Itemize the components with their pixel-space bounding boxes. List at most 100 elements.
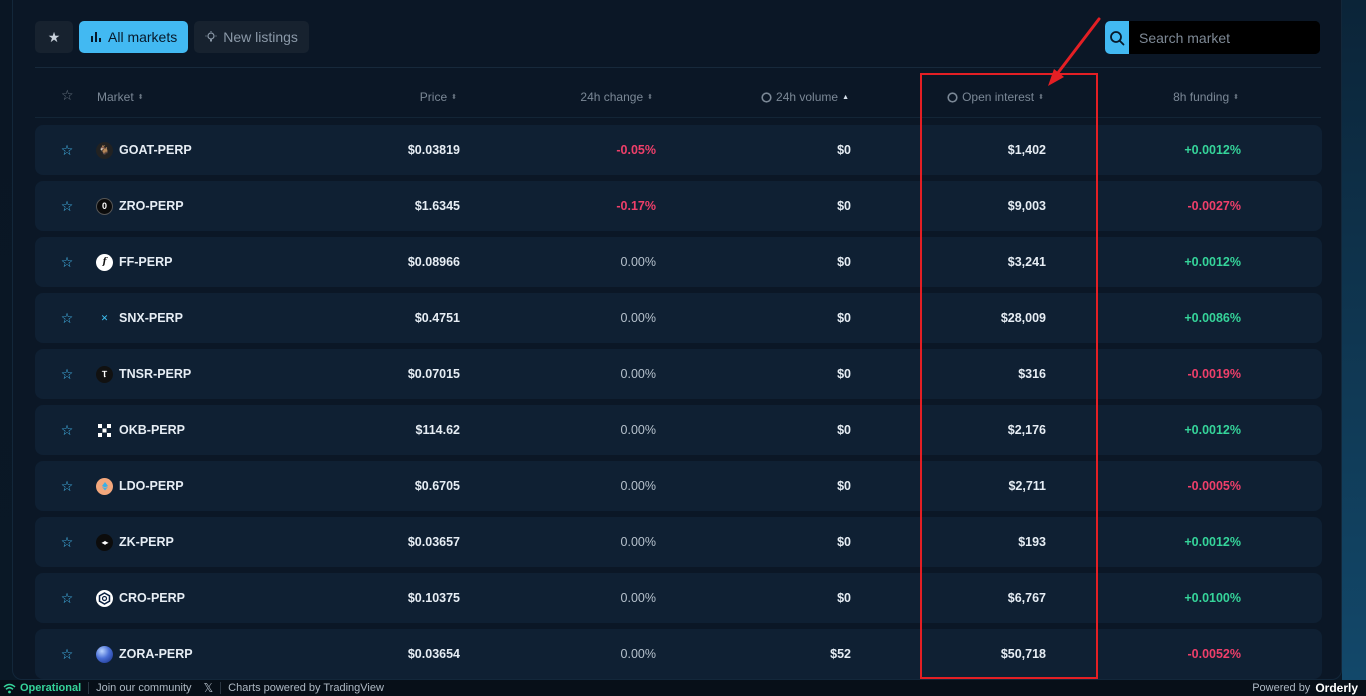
market-name: TNSR-PERP xyxy=(119,367,192,381)
8h-funding: -0.0019% xyxy=(1187,367,1241,381)
24h-change: 0.00% xyxy=(620,591,656,605)
x-twitter-icon[interactable]: 𝕏 xyxy=(204,681,214,695)
24h-volume: $0 xyxy=(837,255,851,269)
sort-icon: ⬍ xyxy=(137,93,144,101)
table-row[interactable]: ☆ ✕ SNX-PERP $0.4751 0.00% $0 $28,009 +0… xyxy=(35,293,1322,343)
8h-funding: +0.0012% xyxy=(1184,535,1241,549)
market-name: ZORA-PERP xyxy=(119,647,193,661)
table-row[interactable]: ☆ f FF-PERP $0.08966 0.00% $0 $3,241 +0.… xyxy=(35,237,1322,287)
24h-change: 0.00% xyxy=(620,535,656,549)
bar-chart-icon xyxy=(91,32,101,42)
cro-coin-icon xyxy=(96,589,113,607)
24h-change: 0.00% xyxy=(620,479,656,493)
header-divider xyxy=(35,117,1321,118)
goat-coin-icon: 🐐 xyxy=(96,141,113,159)
table-row[interactable]: ☆ ZORA-PERP $0.03654 0.00% $52 $50,718 -… xyxy=(35,629,1322,679)
table-row[interactable]: ☆ 0 ZRO-PERP $1.6345 -0.17% $0 $9,003 -0… xyxy=(35,181,1322,231)
status-text: Operational xyxy=(20,682,82,694)
24h-change: 0.00% xyxy=(620,647,656,661)
24h-change: 0.00% xyxy=(620,367,656,381)
24h-volume: $0 xyxy=(837,311,851,325)
favorite-star-icon[interactable]: ☆ xyxy=(60,349,74,399)
8h-funding: +0.0012% xyxy=(1184,255,1241,269)
favorites-tab[interactable]: ★ xyxy=(35,21,73,53)
table-row[interactable]: ☆ Ⲧ TNSR-PERP $0.07015 0.00% $0 $316 -0.… xyxy=(35,349,1322,399)
okb-coin-icon xyxy=(96,422,113,439)
8h-funding: +0.0012% xyxy=(1184,143,1241,157)
header-24h-change[interactable]: 24h change ⬍ xyxy=(580,90,653,104)
table-row[interactable]: ☆ CRO-PERP $0.10375 0.00% $0 $6,767 +0.0… xyxy=(35,573,1322,623)
table-row[interactable]: ☆ 🐐 GOAT-PERP $0.03819 -0.05% $0 $1,402 … xyxy=(35,125,1322,175)
info-circle-icon xyxy=(761,91,772,103)
status-footer: Operational Join our community 𝕏 Charts … xyxy=(0,680,1366,696)
header-price[interactable]: Price ⬍ xyxy=(420,90,457,104)
powered-by: Powered by Orderly xyxy=(1252,681,1366,695)
24h-volume: $0 xyxy=(837,535,851,549)
all-markets-tab[interactable]: All markets xyxy=(79,21,189,53)
price: $1.6345 xyxy=(414,199,460,213)
lightbulb-icon xyxy=(205,31,217,42)
zk-coin-icon: ◂▸ xyxy=(96,533,113,551)
table-row[interactable]: ☆ ◂▸ ZK-PERP $0.03657 0.00% $0 $193 +0.0… xyxy=(35,517,1322,567)
favorite-star-icon[interactable]: ☆ xyxy=(60,573,74,623)
price: $0.6705 xyxy=(414,479,460,493)
favorite-star-icon[interactable]: ☆ xyxy=(60,237,74,287)
sort-icon: ⬍ xyxy=(451,93,457,101)
zro-coin-icon: 0 xyxy=(96,197,113,215)
24h-volume: $0 xyxy=(837,199,851,213)
header-24h-volume[interactable]: 24h volume ▲ xyxy=(761,90,849,104)
status-indicator[interactable]: Operational xyxy=(0,680,88,696)
wifi-icon xyxy=(3,683,16,693)
ldo-coin-icon xyxy=(96,477,113,495)
market-name: ZRO-PERP xyxy=(119,199,184,213)
table-header: ☆ Market ⬍ Price ⬍ 24h change ⬍ 24h volu… xyxy=(35,84,1321,110)
24h-change: -0.05% xyxy=(616,143,656,157)
8h-funding: +0.0012% xyxy=(1184,423,1241,437)
favorite-star-icon[interactable]: ☆ xyxy=(60,293,74,343)
header-market[interactable]: Market ⬍ xyxy=(97,90,144,104)
favorite-star-icon[interactable]: ☆ xyxy=(60,517,74,567)
table-row[interactable]: ☆ LDO-PERP $0.6705 0.00% $0 $2,711 -0.00… xyxy=(35,461,1322,511)
background-edge xyxy=(1342,0,1366,680)
all-markets-label: All markets xyxy=(108,29,178,45)
market-name: LDO-PERP xyxy=(119,479,184,493)
markets-panel: ★ All markets New listings Search market… xyxy=(12,0,1342,680)
24h-volume: $0 xyxy=(837,479,851,493)
24h-volume: $0 xyxy=(837,591,851,605)
orderly-logo[interactable]: Orderly xyxy=(1315,681,1358,695)
favorite-star-icon[interactable]: ☆ xyxy=(60,405,74,455)
24h-volume: $0 xyxy=(837,423,851,437)
favorite-star-icon[interactable]: ☆ xyxy=(60,181,74,231)
24h-volume: $0 xyxy=(837,367,851,381)
header-favorite-star-icon[interactable]: ☆ xyxy=(61,87,74,104)
community-link[interactable]: Join our community 𝕏 xyxy=(89,680,220,696)
8h-funding: -0.0005% xyxy=(1187,479,1241,493)
price: $0.03654 xyxy=(407,647,460,661)
market-name: FF-PERP xyxy=(119,255,173,269)
zora-coin-icon xyxy=(96,645,113,663)
favorite-star-icon[interactable]: ☆ xyxy=(60,461,74,511)
search-input[interactable] xyxy=(1129,21,1320,54)
8h-funding: +0.0100% xyxy=(1184,591,1241,605)
search-icon xyxy=(1110,30,1125,45)
new-listings-tab[interactable]: New listings xyxy=(194,21,309,53)
price: $0.10375 xyxy=(407,591,460,605)
24h-change: 0.00% xyxy=(620,255,656,269)
table-row[interactable]: ☆ OKB-PERP $114.62 0.00% $0 $2,176 +0.00… xyxy=(35,405,1322,455)
price: $0.03819 xyxy=(407,143,460,157)
search-market xyxy=(1105,21,1320,54)
favorite-star-icon[interactable]: ☆ xyxy=(60,125,74,175)
market-table-body: ☆ 🐐 GOAT-PERP $0.03819 -0.05% $0 $1,402 … xyxy=(35,125,1322,679)
market-name: CRO-PERP xyxy=(119,591,185,605)
tradingview-credit[interactable]: Charts powered by TradingView xyxy=(221,680,391,696)
market-name: GOAT-PERP xyxy=(119,143,192,157)
new-listings-label: New listings xyxy=(223,29,298,45)
24h-volume: $0 xyxy=(837,143,851,157)
8h-funding: -0.0052% xyxy=(1187,647,1241,661)
star-icon: ★ xyxy=(47,28,61,45)
snx-coin-icon: ✕ xyxy=(100,312,109,323)
header-8h-funding[interactable]: 8h funding ⬍ xyxy=(1173,90,1239,104)
favorite-star-icon[interactable]: ☆ xyxy=(60,629,74,679)
powered-by-label: Powered by xyxy=(1252,682,1311,694)
tnsr-coin-icon: Ⲧ xyxy=(96,365,113,383)
